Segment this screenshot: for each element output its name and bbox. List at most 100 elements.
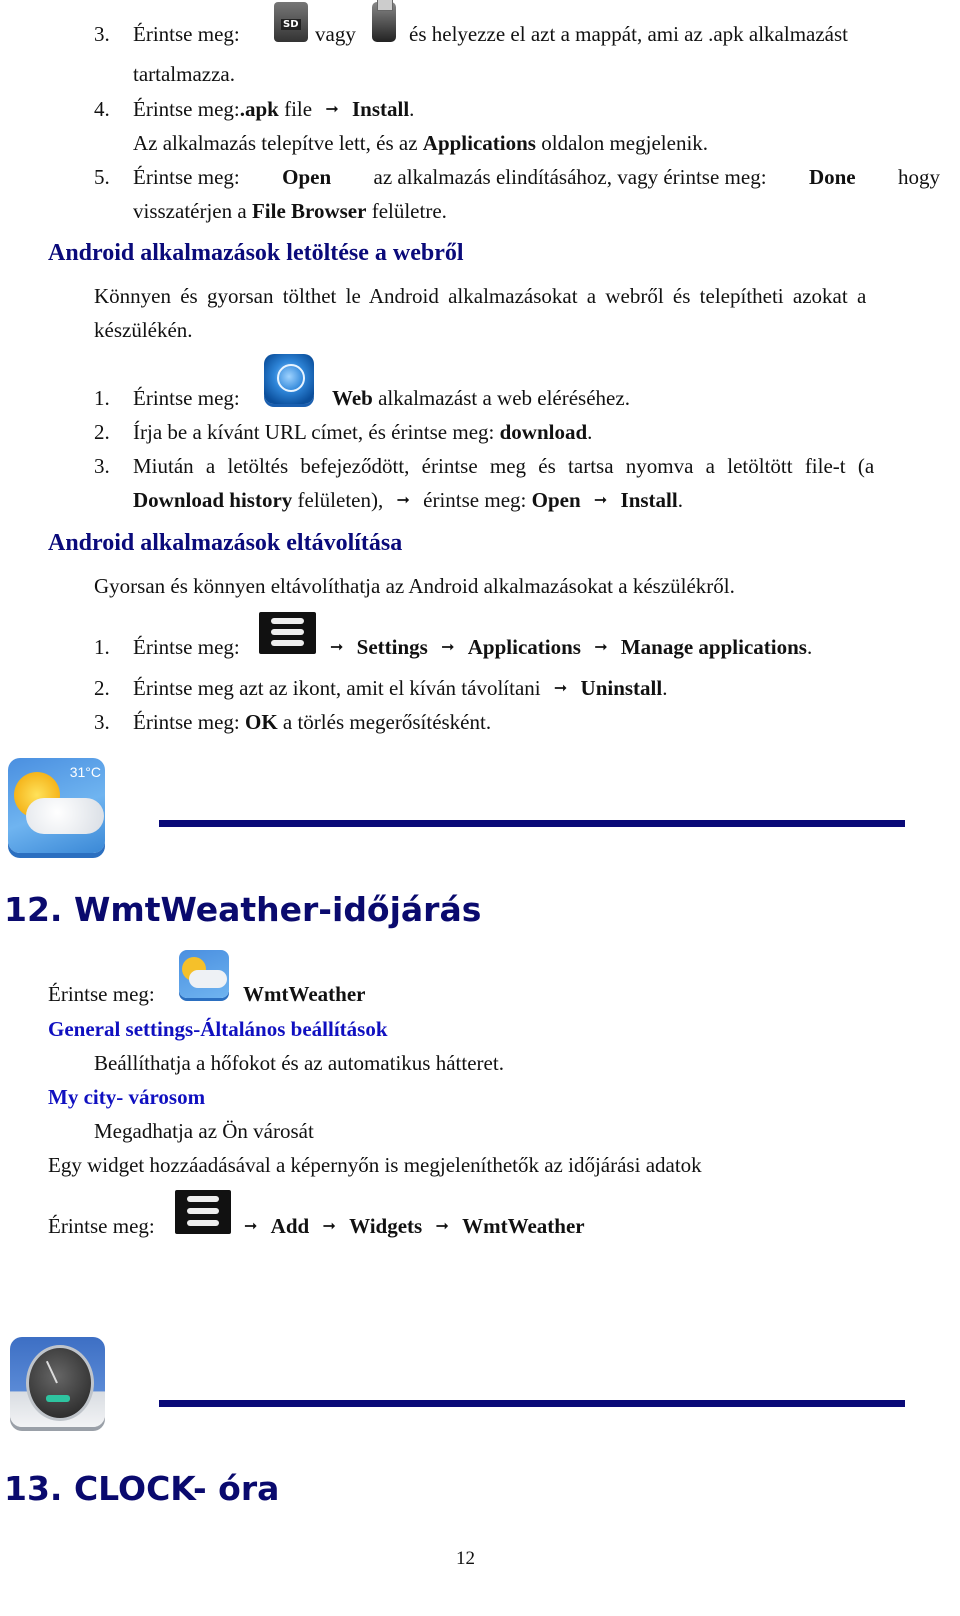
general-settings-text: Beállíthatja a hőfokot és az automatikus…	[94, 1051, 504, 1075]
punct: .	[677, 488, 683, 512]
intro-text: készülékén.	[94, 318, 193, 342]
step-text: Érintse meg:	[133, 635, 240, 659]
step-text: és helyezze el azt a mappát, ami az .apk…	[409, 22, 849, 46]
step-text: Web alkalmazást a web eléréséhez.	[332, 386, 630, 411]
download-intro: Könnyen és gyorsan tölthet le Android al…	[94, 284, 930, 309]
uninstall-intro: Gyorsan és könnyen eltávolíthatja az And…	[94, 574, 735, 598]
step-text: Download history felületen), ➞ érintse m…	[133, 488, 683, 513]
section-heading-download: Android alkalmazások letöltése a webről	[48, 240, 464, 266]
step-text: Miután a letöltés befejeződött, érintse …	[133, 454, 875, 478]
step-text: alkalmazást a web eléréséhez.	[378, 386, 630, 410]
step-number: 3.	[94, 22, 110, 46]
step-text: Érintse meg azt az ikont, amit el kíván …	[133, 676, 667, 701]
widget-text: Egy widget hozzáadásával a képernyőn is …	[48, 1153, 702, 1177]
step-text: érintse meg:	[423, 488, 527, 512]
step-text: Érintse meg:.apk file ➞ Install.	[133, 97, 414, 122]
section-heading-uninstall: Android alkalmazások eltávolítása	[48, 530, 403, 556]
step-text-mid: az alkalmazás elindításához, vagy érints…	[373, 165, 767, 189]
usb-drive-icon	[372, 0, 396, 42]
open-term: Open	[531, 488, 581, 512]
arrow-icon: ➞	[593, 492, 608, 509]
step-text: vagy	[315, 22, 356, 46]
wmtweather-term: WmtWeather	[462, 1214, 585, 1238]
download-history-term: Download history	[133, 488, 293, 512]
step-text: Érintse meg:	[133, 710, 240, 734]
apk-term: .apk	[239, 97, 279, 121]
note-text: oldalon megjelenik.	[541, 131, 709, 155]
download-term: download	[499, 420, 588, 444]
subheading-my-city: My city- városom	[48, 1085, 206, 1109]
step-number: 1.	[94, 635, 110, 659]
menu-icon	[175, 1190, 231, 1234]
clock-app-icon	[10, 1337, 105, 1427]
arrow-icon: ➞	[553, 680, 568, 697]
page-number: 12	[456, 1548, 475, 1569]
arrow-icon: ➞	[441, 639, 455, 656]
step-text: Érintse meg: Open az alkalmazás elindítá…	[133, 165, 940, 190]
punct: .	[409, 97, 415, 121]
subheading-general-settings: General settings-Általános beállítások	[48, 1017, 388, 1041]
web-term: Web	[332, 386, 373, 410]
sd-card-icon: SD	[274, 2, 308, 42]
arrow-icon: ➞	[330, 639, 344, 656]
arrow-icon: ➞	[244, 1218, 258, 1235]
section-title-clock: 13. CLOCK- óra	[4, 1469, 280, 1508]
intro-text: Könnyen és gyorsan tölthet le Android al…	[94, 284, 867, 308]
step-text: tartalmazza.	[133, 62, 236, 86]
punct: .	[806, 635, 813, 659]
applications-term: Applications	[422, 131, 536, 155]
step-text: visszatérjen a File Browser felületre.	[133, 199, 447, 224]
step-text: felületre.	[371, 199, 447, 223]
add-term: Add	[270, 1214, 310, 1238]
arrow-icon: ➞	[594, 639, 608, 656]
install-term: Install	[351, 97, 410, 121]
step-number: 4.	[94, 97, 110, 121]
open-term: Open	[282, 165, 332, 189]
step-note: Az alkalmazás telepítve lett, és az Appl…	[133, 131, 708, 156]
step-number: 5.	[94, 165, 110, 189]
applications-term: Applications	[467, 635, 581, 659]
uninstall-term: Uninstall	[580, 676, 663, 700]
arrow-icon: ➞	[322, 1218, 336, 1235]
punct: .	[587, 420, 593, 444]
file-term: file	[284, 97, 313, 121]
step-label: Érintse meg:	[133, 97, 240, 121]
file-browser-term: File Browser	[251, 199, 367, 223]
note-text: Az alkalmazás telepítve lett, és az	[133, 131, 418, 155]
weather-app-icon: 31°C	[8, 758, 105, 853]
done-term: Done	[808, 165, 856, 189]
step-text: ➞ Settings ➞ Applications ➞ Manage appli…	[322, 635, 812, 660]
step-text-end: hogy	[898, 165, 940, 189]
step-text: Írja be a kívánt URL címet, és érintse m…	[133, 420, 495, 444]
settings-term: Settings	[356, 635, 428, 659]
section-divider	[159, 820, 905, 827]
step-text: visszatérjen a	[133, 199, 247, 223]
ok-term: OK	[244, 710, 278, 734]
temperature-label: 31°C	[69, 764, 101, 780]
section-divider	[159, 1400, 905, 1407]
touch-text: Érintse meg:	[48, 982, 155, 1006]
web-globe-icon	[264, 354, 314, 404]
step-number: 2.	[94, 676, 110, 700]
widget-steps: ➞ Add ➞ Widgets ➞ WmtWeather	[236, 1214, 585, 1239]
step-number: 3.	[94, 710, 110, 734]
wmtweather-term: WmtWeather	[243, 982, 366, 1006]
step-number: 1.	[94, 386, 110, 410]
arrow-icon: ➞	[396, 492, 410, 509]
step-text: Érintse meg azt az ikont, amit el kíván …	[133, 676, 541, 700]
step-number: 2.	[94, 420, 110, 444]
step-text: Érintse meg:	[133, 22, 240, 46]
step-text: felületen),	[297, 488, 384, 512]
step-text: Írja be a kívánt URL címet, és érintse m…	[133, 420, 592, 445]
manage-applications-term: Manage applications	[620, 635, 807, 659]
step-text: Érintse meg: OK a törlés megerősítésként…	[133, 710, 491, 735]
widgets-term: Widgets	[349, 1214, 423, 1238]
step-label: Érintse meg:	[133, 165, 240, 189]
punct: .	[662, 676, 668, 700]
section-title-weather: 12. WmtWeather-időjárás	[4, 890, 482, 929]
menu-icon	[259, 612, 316, 654]
my-city-text: Megadhatja az Ön városát	[94, 1119, 314, 1143]
install-term: Install	[620, 488, 678, 512]
step-text: Érintse meg:	[133, 386, 240, 410]
step-text: a törlés megerősítésként.	[282, 710, 492, 734]
